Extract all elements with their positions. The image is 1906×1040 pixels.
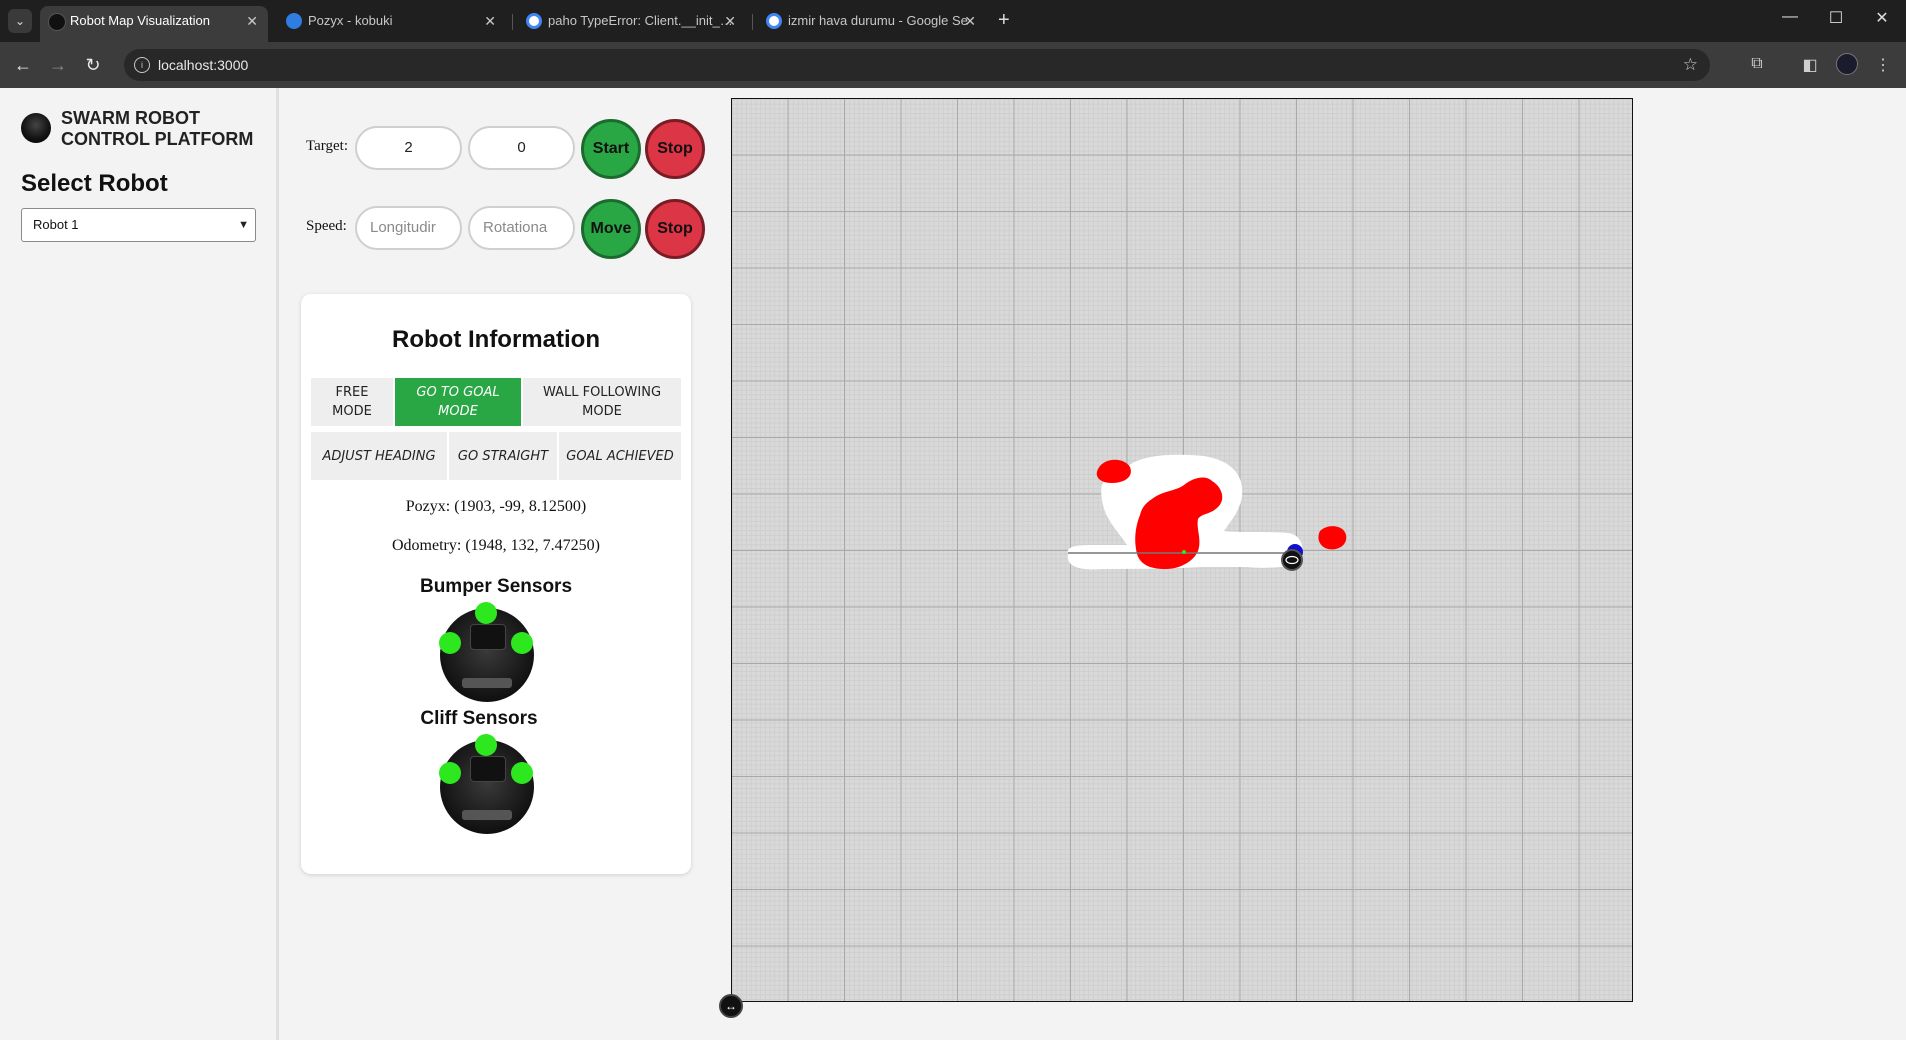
google-icon — [526, 13, 542, 29]
robot-map[interactable] — [731, 98, 1633, 1002]
target-x-input[interactable]: 2 — [355, 126, 462, 170]
stop-target-button[interactable]: Stop — [645, 119, 705, 179]
bumper-sensors-title: Bumper Sensors — [419, 576, 573, 597]
target-y-input[interactable]: 0 — [468, 126, 575, 170]
rotational-speed-input[interactable]: Rotationa — [468, 206, 575, 250]
tab-separator — [512, 14, 513, 30]
origin-robot-icon: ↔ — [719, 994, 743, 1018]
cliff-left-indicator — [439, 762, 461, 784]
app-page: SWARM ROBOT CONTROL PLATFORM Select Robo… — [0, 88, 1906, 1040]
goal-marker — [1182, 550, 1186, 554]
free-mode-button[interactable]: FREE MODE — [311, 378, 393, 426]
cliff-center-indicator — [475, 734, 497, 756]
back-icon[interactable]: ← — [11, 54, 35, 76]
bumper-center-indicator — [475, 602, 497, 624]
robot-marker — [1281, 549, 1303, 571]
robot-information-title: Robot Information — [392, 326, 600, 353]
close-icon[interactable]: ✕ — [964, 6, 976, 36]
bumper-robot-image — [439, 602, 534, 702]
go-to-goal-mode-button[interactable]: GO TO GOAL MODE — [395, 378, 521, 426]
site-info-icon[interactable]: i — [134, 57, 150, 73]
browser-toolbar: ← → ↻ i localhost:3000 ☆ ⧉ ◧ ⋮ — [0, 42, 1906, 88]
goal-achieved-state: GOAL ACHIEVED — [559, 432, 681, 480]
tab-pozyx[interactable]: Pozyx - kobuki ✕ — [278, 6, 506, 42]
cliff-sensors-title: Cliff Sensors — [420, 708, 538, 729]
address-bar[interactable]: i localhost:3000 ☆ — [124, 49, 1710, 81]
cliff-robot-image — [439, 734, 534, 834]
tab-izmir[interactable]: izmir hava durumu - Google Se ✕ — [758, 6, 986, 42]
window-close-icon[interactable]: ✕ — [1862, 8, 1902, 28]
adjust-heading-state: ADJUST HEADING — [311, 432, 447, 480]
bumper-left-indicator — [439, 632, 461, 654]
maximize-icon[interactable]: ☐ — [1816, 8, 1856, 28]
sidebar: SWARM ROBOT CONTROL PLATFORM Select Robo… — [0, 88, 279, 1040]
robot-select[interactable]: Robot 1 ▼ — [21, 208, 256, 242]
cliff-right-indicator — [511, 762, 533, 784]
chevron-down-icon: ▼ — [238, 219, 249, 231]
obstacle-blob — [1318, 526, 1347, 550]
tab-paho[interactable]: paho TypeError: Client.__init__() ✕ — [518, 6, 746, 42]
go-straight-state: GO STRAIGHT — [449, 432, 557, 480]
black-circle-icon — [48, 13, 66, 31]
longitudinal-speed-input[interactable]: Longitudir — [355, 206, 462, 250]
side-panel-icon[interactable]: ◧ — [1799, 55, 1821, 75]
extensions-icon[interactable]: ⧉ — [1746, 55, 1768, 73]
pozyx-readout: Pozyx: (1903, -99, 8.12500) — [405, 498, 587, 515]
stop-speed-button[interactable]: Stop — [645, 199, 705, 259]
tab-robot-map[interactable]: Robot Map Visualization ✕ — [40, 6, 268, 42]
robot-logo-icon — [21, 113, 51, 143]
robot-slot — [462, 678, 512, 688]
target-label: Target: — [306, 138, 348, 154]
forward-icon[interactable]: → — [46, 54, 70, 76]
pozyx-icon — [286, 13, 302, 29]
select-robot-heading: Select Robot — [21, 170, 168, 197]
obstacle-blob — [1096, 459, 1131, 483]
move-button[interactable]: Move — [581, 199, 641, 259]
profile-avatar[interactable] — [1836, 53, 1858, 75]
reload-icon[interactable]: ↻ — [81, 54, 105, 76]
bumper-right-indicator — [511, 632, 533, 654]
google-icon — [766, 13, 782, 29]
speed-label: Speed: — [306, 218, 347, 234]
bookmark-star-icon[interactable]: ☆ — [1683, 49, 1698, 81]
tab-search-icon[interactable]: ⌄ — [8, 9, 32, 33]
robot-information-card: Robot Information FREE MODE GO TO GOAL M… — [301, 294, 691, 874]
odometry-readout: Odometry: (1948, 132, 7.47250) — [392, 537, 600, 554]
url-text[interactable]: localhost:3000 — [158, 49, 248, 81]
close-icon[interactable]: ✕ — [484, 6, 496, 36]
robot-top-panel — [470, 624, 506, 650]
map-layer — [1067, 454, 1347, 571]
wall-following-mode-button[interactable]: WALL FOLLOWING MODE — [523, 378, 681, 426]
minimize-icon[interactable]: — — [1770, 8, 1810, 26]
close-icon[interactable]: ✕ — [246, 6, 258, 36]
tab-separator — [752, 14, 753, 30]
new-tab-icon[interactable]: + — [998, 8, 1010, 32]
robot-slot — [462, 810, 512, 820]
start-button[interactable]: Start — [581, 119, 641, 179]
close-icon[interactable]: ✕ — [724, 6, 736, 36]
robot-top-panel — [470, 756, 506, 782]
menu-icon[interactable]: ⋮ — [1872, 55, 1894, 75]
robot-select-value: Robot 1 — [33, 217, 79, 232]
brand-title: SWARM ROBOT CONTROL PLATFORM — [61, 108, 254, 149]
browser-tab-bar: ⌄ Robot Map Visualization ✕ Pozyx - kobu… — [0, 0, 1906, 42]
